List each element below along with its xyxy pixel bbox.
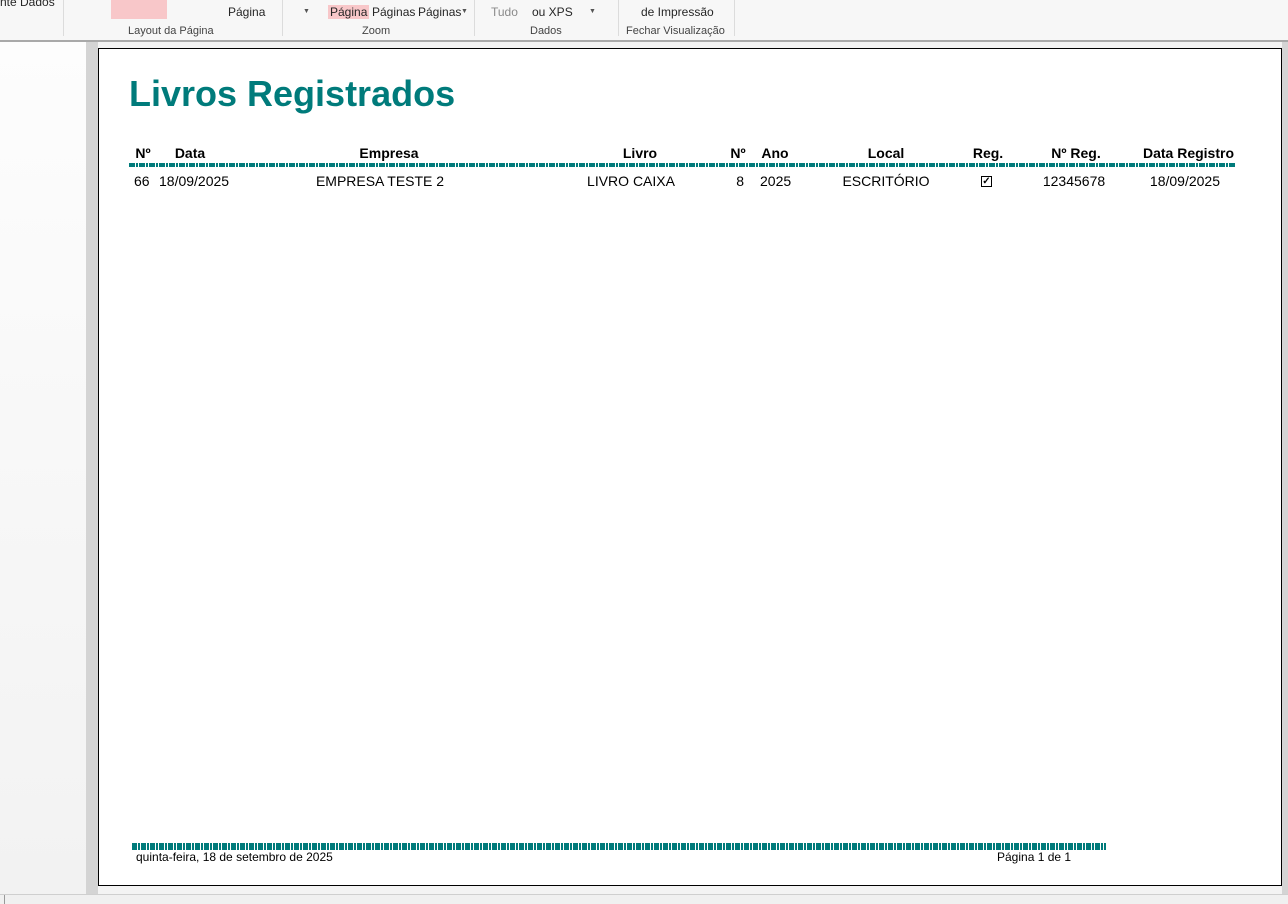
col-header-location: Local xyxy=(867,145,905,161)
ribbon-partial-button[interactable]: nte Dados xyxy=(0,0,55,9)
report-page[interactable]: Livros Registrados Nº Data Empresa Livro… xyxy=(98,48,1282,886)
footer-date: quinta-feira, 18 de setembro de 2025 xyxy=(136,850,333,864)
cell-company: EMPRESA TESTE 2 xyxy=(315,173,445,189)
size-button-highlight[interactable] xyxy=(111,0,167,19)
col-header-book: Livro xyxy=(622,145,658,161)
footer-divider xyxy=(132,843,1106,850)
margins-button-label[interactable]: Página xyxy=(228,5,265,19)
ribbon-separator xyxy=(282,0,283,36)
zoom-two-pages-button[interactable]: Páginas xyxy=(372,5,415,19)
col-header-reg-date: Data Registro xyxy=(1142,145,1234,161)
more-pages-caret-icon[interactable]: ▼ xyxy=(461,8,468,15)
preview-canvas-margin xyxy=(86,42,98,894)
report-title: Livros Registrados xyxy=(129,73,456,114)
col-header-date: Data xyxy=(174,145,206,161)
cell-location: ESCRITÓRIO xyxy=(842,173,930,189)
ribbon-divider xyxy=(0,40,1288,42)
footer-page-number: Página 1 de 1 xyxy=(997,850,1072,864)
col-header-registered: Reg. xyxy=(972,145,1004,161)
pdf-xps-button[interactable]: ou XPS xyxy=(532,5,573,19)
col-header-year: Ano xyxy=(761,145,789,161)
col-header-num: Nº xyxy=(135,145,151,161)
cell-book-num: 8 xyxy=(736,173,744,189)
ribbon-separator xyxy=(474,0,475,36)
zoom-one-page-button[interactable]: Página xyxy=(328,5,370,19)
col-header-reg-num: Nº Reg. xyxy=(1051,145,1101,161)
preview-canvas-margin-right xyxy=(1282,42,1288,894)
header-divider xyxy=(129,163,1236,167)
navigation-pane[interactable] xyxy=(0,42,86,894)
registered-checkbox: ✓ xyxy=(981,176,992,187)
ribbon: nte Dados Página Layout da Página ▼ Pági… xyxy=(0,0,1288,40)
ribbon-separator xyxy=(63,0,64,36)
ribbon-separator xyxy=(618,0,619,36)
zoom-dropdown-caret-icon[interactable]: ▼ xyxy=(303,8,310,15)
col-header-company: Empresa xyxy=(359,145,419,161)
close-print-preview-button[interactable]: de Impressão xyxy=(641,5,714,19)
group-label-close: Fechar Visualização xyxy=(626,25,725,37)
group-label-data: Dados xyxy=(530,25,562,37)
cell-reg-date: 18/09/2025 xyxy=(1149,173,1220,189)
cell-book: LIVRO CAIXA xyxy=(587,173,675,189)
cell-reg-num: 12345678 xyxy=(1042,173,1106,189)
ribbon-separator xyxy=(734,0,735,36)
col-header-book-num: Nº xyxy=(730,145,746,161)
more-export-caret-icon[interactable]: ▼ xyxy=(589,8,596,15)
group-label-zoom: Zoom xyxy=(362,25,391,37)
cell-year: 2025 xyxy=(760,173,792,189)
cell-date: 18/09/2025 xyxy=(159,173,230,189)
group-label-layout: Layout da Página xyxy=(128,25,214,37)
refresh-all-button[interactable]: Tudo xyxy=(491,5,518,19)
zoom-more-pages-button[interactable]: Páginas xyxy=(418,5,461,19)
cell-num: 66 xyxy=(134,173,150,189)
